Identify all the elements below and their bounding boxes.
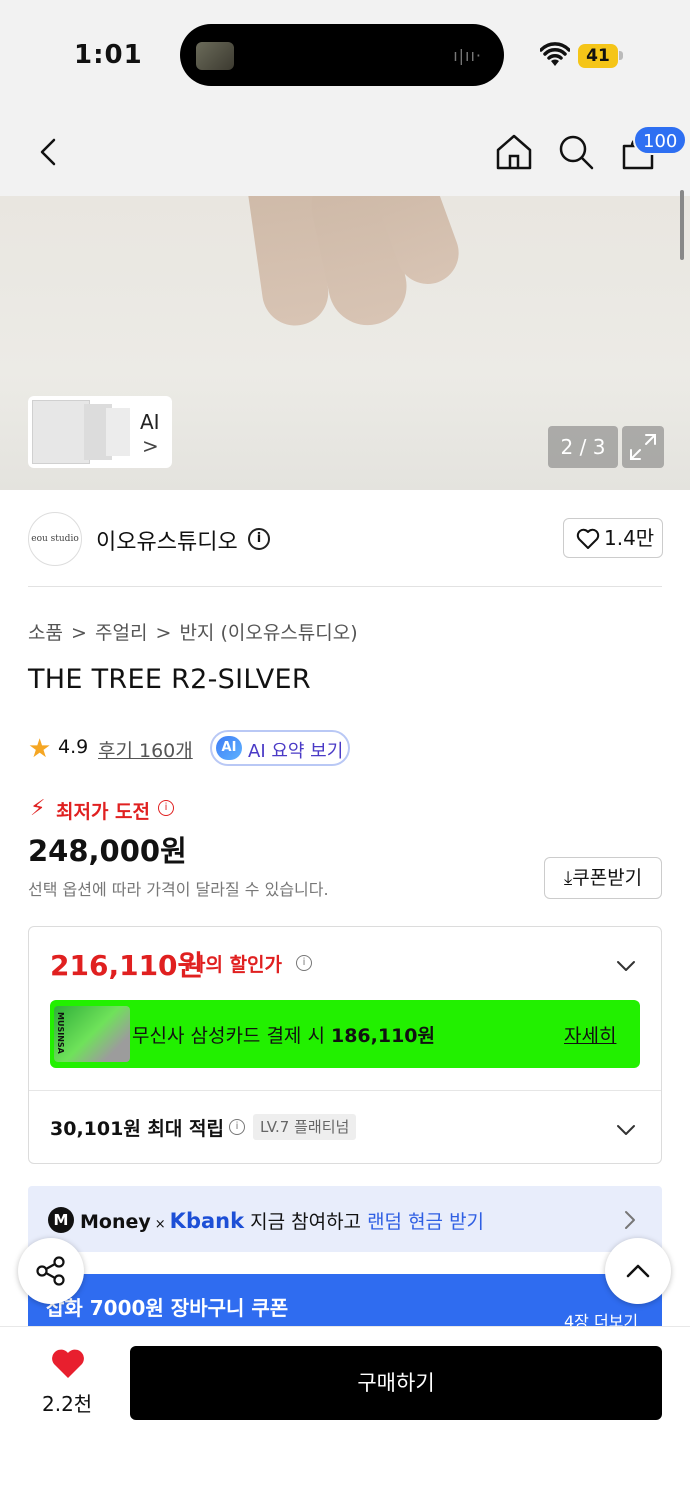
scrollbar[interactable] bbox=[680, 190, 684, 260]
ai-summary-label: AI 요약 보기 bbox=[248, 741, 344, 762]
card-image bbox=[54, 1006, 130, 1062]
download-icon: ⤓ bbox=[563, 867, 573, 889]
status-time: 1:01 bbox=[74, 40, 143, 70]
top-nav bbox=[0, 110, 690, 196]
share-icon bbox=[36, 1256, 65, 1286]
share-button[interactable] bbox=[18, 1238, 84, 1304]
coupon-button[interactable]: ⤓쿠폰받기 bbox=[544, 857, 662, 899]
breadcrumb: 소품 > 주얼리 > 반지 (이오유스튜디오) bbox=[28, 618, 360, 645]
card-detail-link[interactable]: 자세히 bbox=[564, 1021, 616, 1048]
divider bbox=[28, 586, 662, 587]
status-bar: 1:01 ı|ıı· 41 bbox=[0, 0, 690, 110]
image-counter: 2 / 3 bbox=[548, 426, 618, 468]
original-price: 248,000원 bbox=[28, 834, 187, 868]
divider bbox=[29, 1090, 661, 1091]
breadcrumb-separator: > bbox=[71, 622, 87, 644]
level-badge: LV.7 플래티넘 bbox=[253, 1114, 357, 1140]
max-points: 30,101원 최대 적립 bbox=[50, 1118, 224, 1140]
card-logo-text: MUSINSA bbox=[56, 1012, 65, 1054]
card-promo-text: 무신사 삼성카드 결제 시 186,110원 bbox=[132, 1025, 435, 1047]
brand-like-count: 1.4만 bbox=[604, 526, 655, 550]
chevron-right-icon: > bbox=[142, 434, 159, 458]
info-icon[interactable]: i bbox=[158, 800, 174, 816]
cart-count-badge: 100 bbox=[633, 125, 688, 155]
back-icon[interactable] bbox=[30, 132, 70, 172]
expand-button[interactable] bbox=[622, 426, 664, 468]
chevron-right-icon bbox=[625, 1211, 635, 1229]
wifi-icon bbox=[540, 42, 570, 66]
cart-coupon-text: 잡화 7000원 장바구니 쿠폰 bbox=[46, 1296, 289, 1320]
now-playing-thumbnail bbox=[196, 42, 234, 70]
chevron-down-icon[interactable] bbox=[614, 1118, 638, 1142]
star-icon: ★ bbox=[28, 734, 52, 764]
battery-level: 41 bbox=[578, 44, 618, 68]
ai-badge-icon: AI bbox=[216, 736, 242, 760]
breadcrumb-item[interactable]: 반지 (이오유스튜디오) bbox=[179, 622, 357, 644]
discount-price: 216,110원 bbox=[50, 949, 204, 982]
breadcrumb-separator: > bbox=[155, 622, 172, 644]
expand-icon bbox=[630, 434, 656, 460]
info-icon[interactable]: i bbox=[229, 1119, 245, 1135]
breadcrumb-item[interactable]: 소품 bbox=[28, 622, 63, 644]
arrow-up-icon bbox=[626, 1264, 650, 1278]
audio-wave-icon: ı|ıı· bbox=[453, 46, 482, 65]
price-note: 선택 옵션에 따라 가격이 달라질 수 있습니다. bbox=[28, 880, 329, 899]
lightning-icon: ⚡ bbox=[30, 796, 46, 821]
ai-chip-label: AI bbox=[140, 410, 160, 434]
buy-button[interactable]: 구매하기 bbox=[130, 1346, 662, 1420]
ai-thumbnail bbox=[106, 408, 130, 456]
heart-outline-icon bbox=[576, 528, 600, 549]
ai-thumbnail bbox=[32, 400, 90, 464]
breadcrumb-item[interactable]: 주얼리 bbox=[95, 622, 147, 644]
info-icon[interactable]: i bbox=[248, 528, 270, 550]
brand-name[interactable]: 이오유스튜디오 bbox=[96, 524, 238, 556]
heart-filled-icon[interactable] bbox=[50, 1348, 86, 1380]
money-logo-icon: M bbox=[48, 1207, 74, 1233]
chevron-down-icon[interactable] bbox=[614, 954, 638, 978]
lowest-price-label: 최저가 도전 bbox=[56, 801, 151, 823]
money-banner-text: Money × Kbank 지금 참여하고 랜덤 현금 받기 bbox=[80, 1209, 485, 1233]
coupon-label: 쿠폰받기 bbox=[572, 867, 643, 889]
review-link[interactable]: 후기 160개 bbox=[98, 736, 193, 763]
search-icon[interactable] bbox=[556, 132, 596, 172]
battery-tip bbox=[619, 51, 623, 60]
brand-logo[interactable]: eou studio bbox=[28, 512, 82, 566]
home-icon[interactable] bbox=[494, 132, 534, 172]
dynamic-island: ı|ıı· bbox=[180, 24, 504, 86]
scroll-top-button[interactable] bbox=[605, 1238, 671, 1304]
discount-label: 나의 할인가 bbox=[188, 954, 283, 976]
rating-value: 4.9 bbox=[58, 736, 89, 758]
product-title: THE TREE R2-SILVER bbox=[28, 664, 311, 695]
brand-like-button[interactable]: 1.4만 bbox=[563, 518, 663, 558]
product-like-count: 2.2천 bbox=[42, 1392, 93, 1416]
info-icon[interactable]: i bbox=[296, 955, 312, 971]
